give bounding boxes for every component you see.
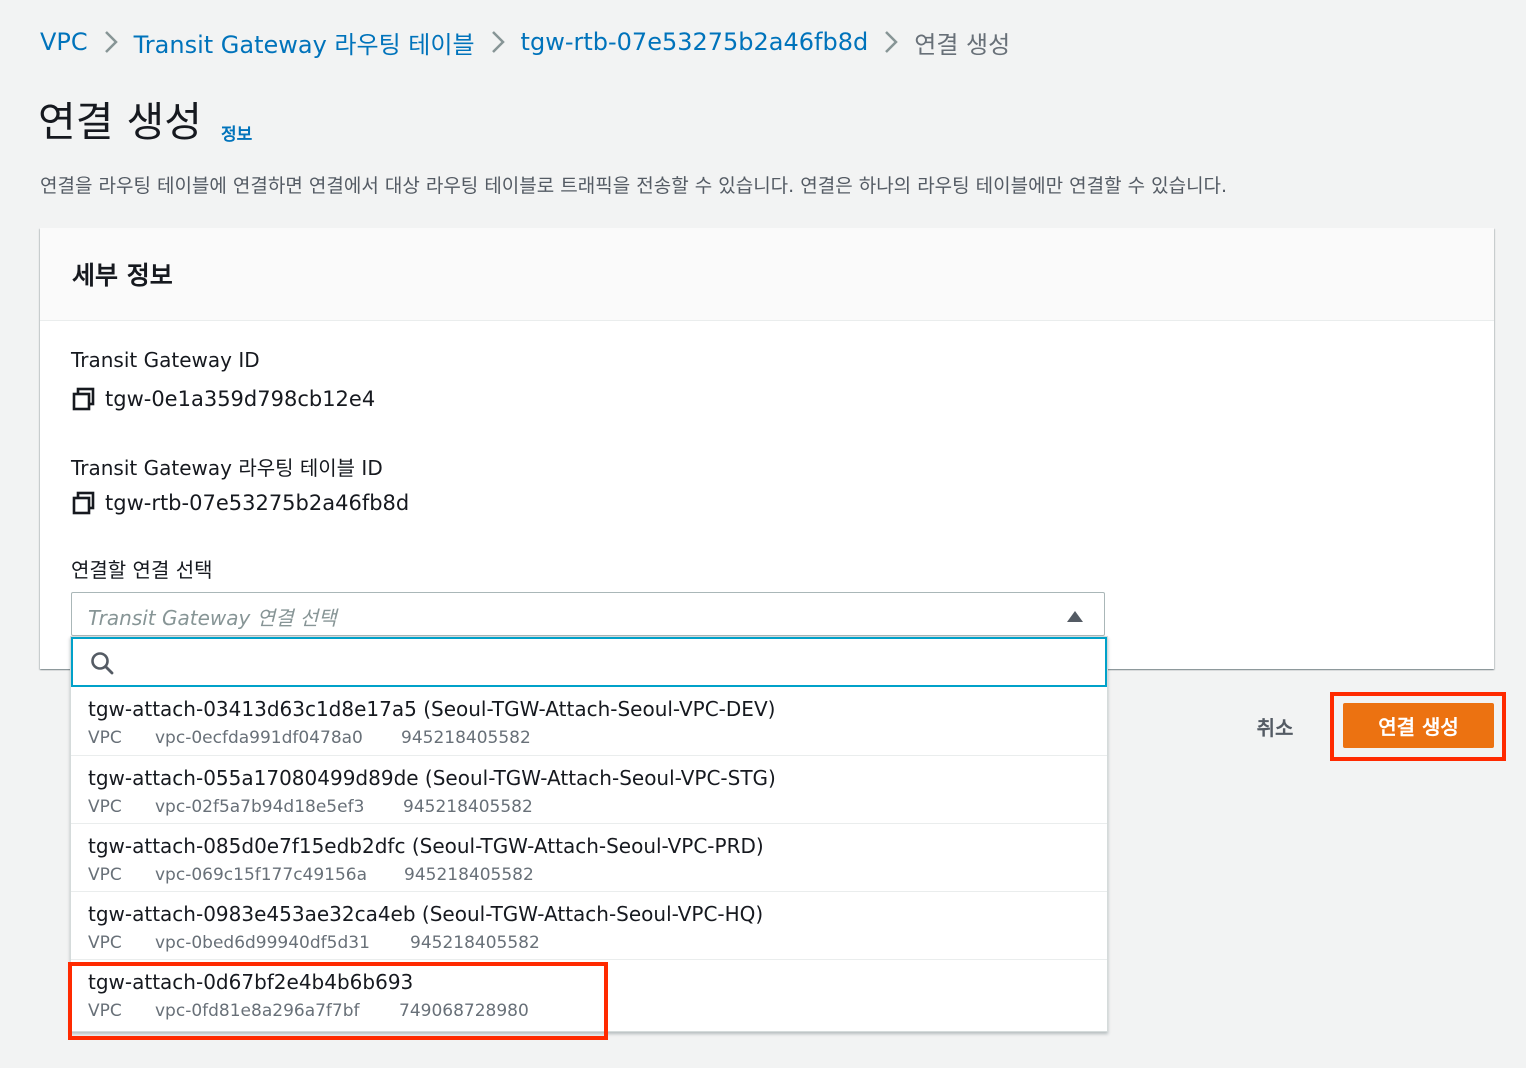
tgw-id-label: Transit Gateway ID bbox=[71, 348, 260, 372]
breadcrumb-route-table-id-link[interactable]: tgw-rtb-07e53275b2a46fb8d bbox=[521, 28, 869, 56]
attachment-option[interactable]: tgw-attach-0983e453ae32ca4eb (Seoul-TGW-… bbox=[71, 891, 1107, 959]
rtb-id-value: tgw-rtb-07e53275b2a46fb8d bbox=[105, 491, 410, 515]
option-title: tgw-attach-0d67bf2e4b4b6b693 bbox=[88, 970, 414, 994]
copy-icon[interactable] bbox=[71, 490, 97, 516]
rtb-id-label: Transit Gateway 라우팅 테이블 ID bbox=[71, 456, 383, 480]
option-title: tgw-attach-03413d63c1d8e17a5 (Seoul-TGW-… bbox=[88, 697, 776, 721]
attachment-search[interactable] bbox=[71, 637, 1107, 687]
breadcrumb: VPC Transit Gateway 라우팅 테이블 tgw-rtb-07e5… bbox=[40, 22, 1010, 62]
option-title: tgw-attach-0983e453ae32ca4eb (Seoul-TGW-… bbox=[88, 902, 764, 926]
attachment-select-label: 연결할 연결 선택 bbox=[71, 558, 213, 582]
option-vpc-id: vpc-0bed6d99940df5d31 bbox=[155, 933, 370, 953]
rtb-id-value-row: tgw-rtb-07e53275b2a46fb8d bbox=[71, 490, 409, 516]
option-vpc-id: vpc-02f5a7b94d18e5ef3 bbox=[155, 797, 365, 817]
search-icon bbox=[90, 651, 114, 675]
chevron-right-icon bbox=[868, 22, 914, 62]
create-association-button[interactable]: 연결 생성 bbox=[1343, 703, 1494, 748]
attachment-select-placeholder: Transit Gateway 연결 선택 bbox=[88, 606, 337, 630]
cancel-button[interactable]: 취소 bbox=[1240, 706, 1310, 746]
breadcrumb-route-tables-link[interactable]: Transit Gateway 라우팅 테이블 bbox=[134, 25, 475, 60]
chevron-right-icon bbox=[475, 22, 521, 62]
caret-up-icon bbox=[1066, 608, 1084, 622]
details-panel-header: 세부 정보 bbox=[40, 228, 1494, 321]
option-vpc-id: vpc-0ecfda991df0478a0 bbox=[155, 728, 363, 748]
attachment-option[interactable]: tgw-attach-085d0e7f15edb2dfc (Seoul-TGW-… bbox=[71, 823, 1107, 891]
option-account-id: 945218405582 bbox=[410, 933, 540, 953]
attachment-option[interactable]: tgw-attach-055a17080499d89de (Seoul-TGW-… bbox=[71, 755, 1107, 823]
info-link[interactable]: 정보 bbox=[221, 120, 252, 145]
details-panel-title: 세부 정보 bbox=[72, 261, 173, 290]
option-account-id: 749068728980 bbox=[399, 1001, 529, 1021]
option-vpc-id: vpc-0fd81e8a296a7f7bf bbox=[155, 1001, 360, 1021]
option-title: tgw-attach-085d0e7f15edb2dfc (Seoul-TGW-… bbox=[88, 834, 764, 858]
tgw-id-value: tgw-0e1a359d798cb12e4 bbox=[105, 387, 376, 411]
option-resource-type: VPC bbox=[88, 1001, 122, 1021]
attachment-option[interactable]: tgw-attach-0d67bf2e4b4b6b693 VPC vpc-0fd… bbox=[71, 959, 1107, 1031]
option-resource-type: VPC bbox=[88, 797, 122, 817]
tgw-id-value-row: tgw-0e1a359d798cb12e4 bbox=[71, 386, 375, 412]
option-account-id: 945218405582 bbox=[401, 728, 531, 748]
chevron-right-icon bbox=[88, 22, 134, 62]
breadcrumb-vpc-link[interactable]: VPC bbox=[40, 28, 88, 56]
option-title: tgw-attach-055a17080499d89de (Seoul-TGW-… bbox=[88, 766, 776, 790]
option-account-id: 945218405582 bbox=[404, 865, 534, 885]
option-resource-type: VPC bbox=[88, 933, 122, 953]
search-input[interactable] bbox=[125, 647, 1089, 679]
breadcrumb-current-page: 연결 생성 bbox=[914, 30, 1011, 59]
option-account-id: 945218405582 bbox=[403, 797, 533, 817]
option-resource-type: VPC bbox=[88, 865, 122, 885]
option-vpc-id: vpc-069c15f177c49156a bbox=[155, 865, 368, 885]
page-description: 연결을 라우팅 테이블에 연결하면 연결에서 대상 라우팅 테이블로 트래픽을 … bbox=[40, 175, 1228, 197]
copy-icon[interactable] bbox=[71, 386, 97, 412]
page-title: 연결 생성 bbox=[38, 98, 202, 146]
attachment-dropdown: tgw-attach-03413d63c1d8e17a5 (Seoul-TGW-… bbox=[70, 636, 1108, 1032]
attachment-option[interactable]: tgw-attach-03413d63c1d8e17a5 (Seoul-TGW-… bbox=[71, 687, 1107, 755]
option-resource-type: VPC bbox=[88, 728, 122, 748]
attachment-select[interactable]: Transit Gateway 연결 선택 bbox=[71, 592, 1105, 636]
